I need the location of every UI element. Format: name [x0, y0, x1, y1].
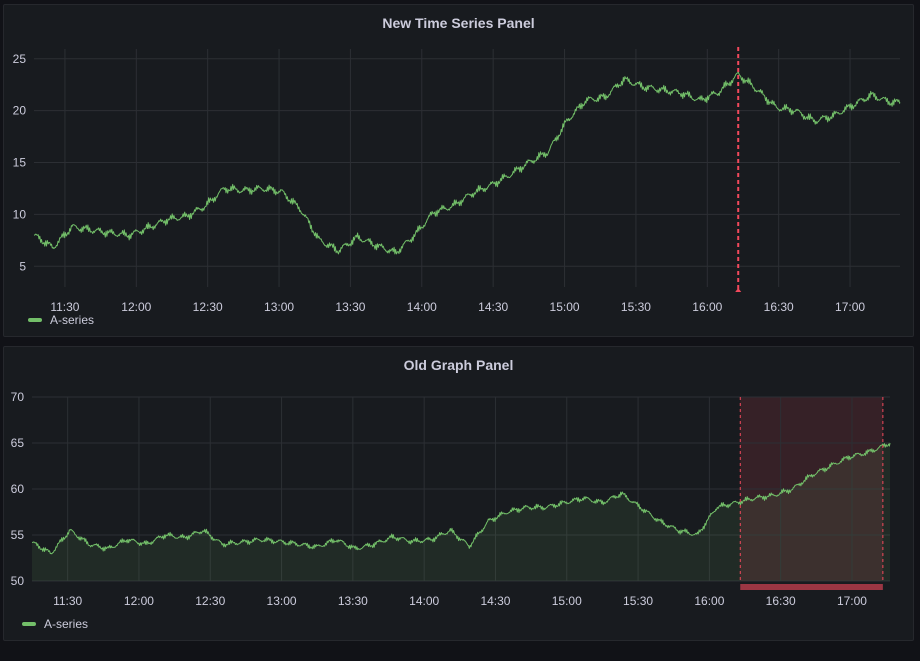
x-tick-label: 16:30: [764, 300, 794, 314]
y-tick-label: 50: [11, 574, 25, 588]
x-tick-label: 13:00: [264, 300, 294, 314]
x-tick-label: 12:00: [121, 300, 151, 314]
x-tick-label: 15:30: [623, 594, 653, 608]
graph-chart: 50 55 60 65 70 11:30 12:00 12:30 13:00 13:30 14:00…: [11, 390, 891, 608]
x-tick-label: 11:30: [53, 594, 82, 608]
y-tick-label: 5: [19, 259, 26, 273]
x-tick-label: 16:30: [766, 594, 796, 608]
x-tick-label: 12:30: [195, 594, 225, 608]
legend[interactable]: A-series: [22, 617, 88, 631]
x-tick-label: 17:00: [835, 300, 865, 314]
y-tick-label: 25: [13, 52, 27, 66]
annotation-marker: [735, 288, 742, 292]
legend[interactable]: A-series: [28, 313, 94, 327]
x-tick-label: 14:30: [480, 594, 510, 608]
legend-swatch: [28, 318, 42, 322]
x-tick-label: 11:30: [50, 300, 79, 314]
x-tick-label: 14:30: [478, 300, 508, 314]
y-tick-label: 10: [13, 207, 27, 221]
time-series-chart: 5 10 15 20 25 11:30 12:00 12:30 13:00 13:30 14:00 1…: [13, 47, 901, 314]
x-tick-label: 13:30: [335, 300, 365, 314]
x-tick-label: 12:30: [193, 300, 223, 314]
y-tick-label: 70: [11, 390, 25, 404]
y-tick-label: 15: [13, 156, 27, 170]
x-tick-label: 15:00: [550, 300, 580, 314]
x-tick-label: 12:00: [124, 594, 154, 608]
x-tick-label: 14:00: [407, 300, 437, 314]
x-tick-label: 15:00: [552, 594, 582, 608]
legend-swatch: [22, 622, 36, 626]
y-tick-label: 65: [11, 436, 25, 450]
x-tick-label: 13:00: [267, 594, 297, 608]
x-tick-label: 17:00: [837, 594, 867, 608]
x-tick-label: 15:30: [621, 300, 651, 314]
graph-panel: Old Graph Panel 50 55 60 65 70 11:30 12:00 12:3…: [3, 346, 914, 641]
x-tick-label: 13:30: [338, 594, 368, 608]
y-tick-label: 20: [13, 104, 27, 118]
x-tick-label: 14:00: [409, 594, 439, 608]
x-tick-label: 16:00: [694, 594, 724, 608]
x-tick-label: 16:00: [692, 300, 722, 314]
legend-label: A-series: [50, 313, 95, 327]
annotation-region-marker: [740, 584, 883, 590]
time-series-panel: New Time Series Panel 5 10 15 20 25 11:30 12:0…: [3, 4, 914, 337]
y-tick-label: 55: [11, 528, 25, 542]
y-tick-label: 60: [11, 482, 25, 496]
legend-label: A-series: [44, 617, 89, 631]
